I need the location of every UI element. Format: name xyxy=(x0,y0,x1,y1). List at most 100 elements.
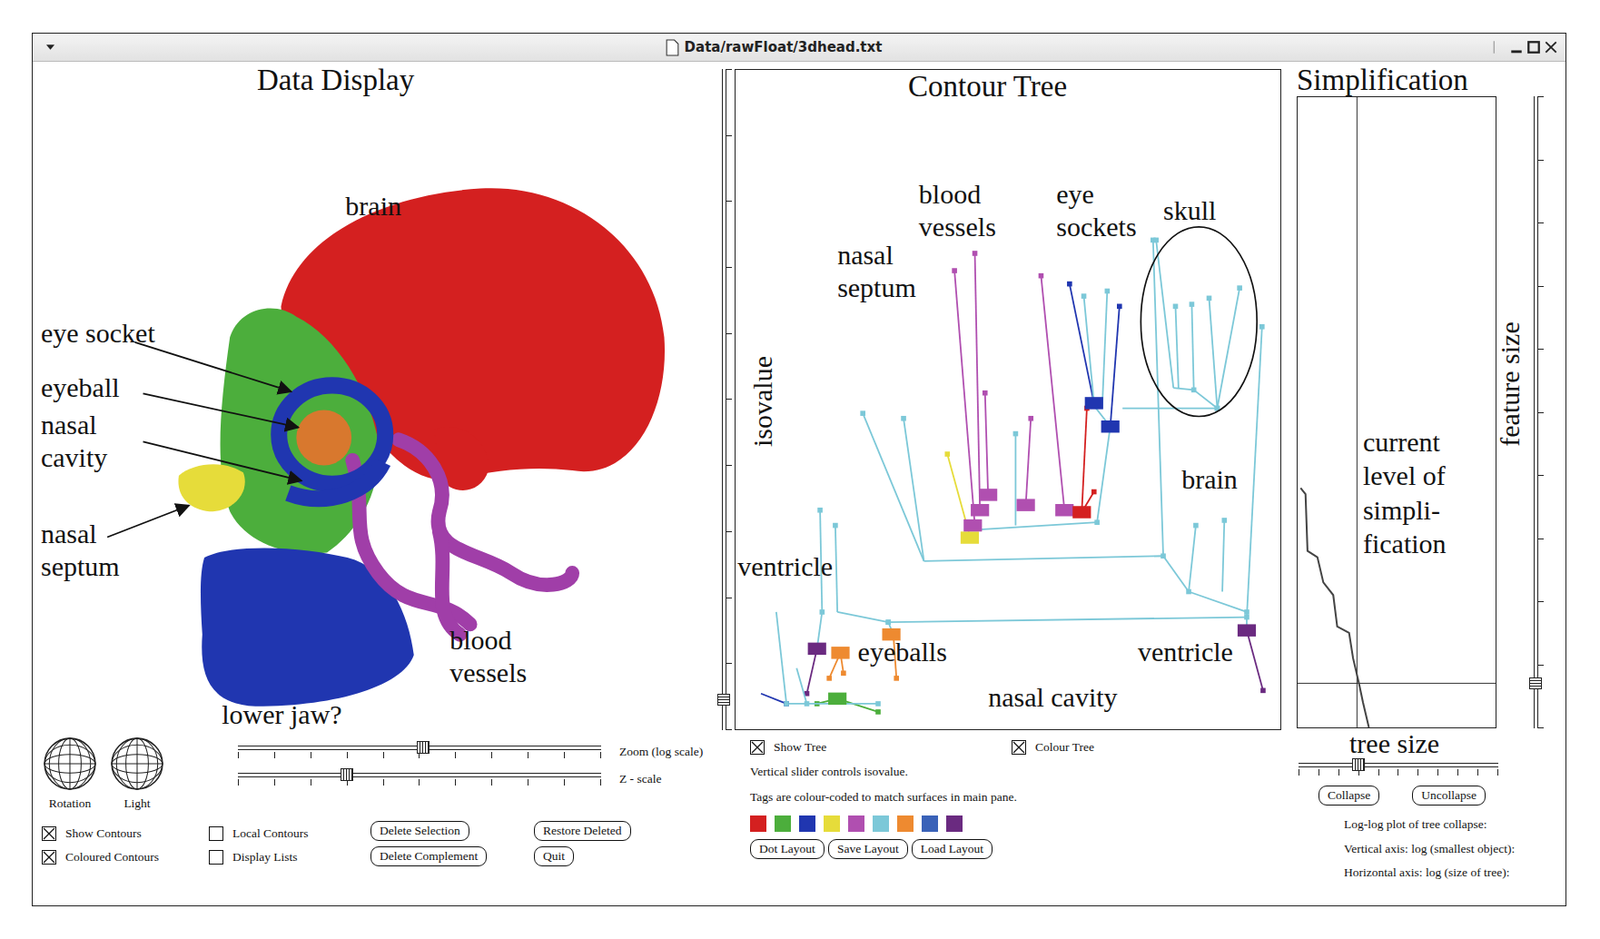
tree-tag[interactable] xyxy=(830,646,850,659)
tree-node[interactable] xyxy=(1222,517,1228,524)
trackball[interactable]: Rotation xyxy=(41,735,99,812)
tree-edge[interactable] xyxy=(837,612,889,623)
layout-button[interactable]: Dot Layout xyxy=(750,839,825,860)
tree-node[interactable] xyxy=(885,619,891,625)
tree-edge[interactable] xyxy=(1188,525,1196,593)
color-swatch[interactable] xyxy=(774,815,791,832)
tree-node[interactable] xyxy=(783,701,790,707)
checkbox[interactable] xyxy=(41,849,57,865)
tree-node[interactable] xyxy=(1066,281,1073,287)
tree-edge[interactable] xyxy=(1122,407,1217,410)
action-button[interactable]: Delete Complement xyxy=(370,846,487,867)
tree-edge[interactable] xyxy=(1188,592,1247,613)
tree-edge[interactable] xyxy=(1040,276,1065,511)
slider-thumb[interactable] xyxy=(717,693,731,706)
contour-tree-diagram[interactable] xyxy=(735,69,1281,730)
tree-edge[interactable] xyxy=(835,525,838,613)
tree-edge[interactable] xyxy=(1246,630,1264,691)
eyeball-surface[interactable] xyxy=(296,409,352,465)
tree-node[interactable] xyxy=(875,709,881,715)
tree-node[interactable] xyxy=(1091,489,1097,495)
tree-edge[interactable] xyxy=(1081,408,1087,513)
tree-edge[interactable] xyxy=(1222,520,1225,593)
tree-node[interactable] xyxy=(1105,288,1111,295)
color-swatch[interactable] xyxy=(799,815,816,832)
tree-edge[interactable] xyxy=(975,253,981,511)
trackball-icon[interactable] xyxy=(41,735,99,792)
tree-edge[interactable] xyxy=(1194,389,1218,408)
contour-tree-view[interactable]: Contour Tree isovalue blood vesselseye s… xyxy=(734,69,1282,731)
checkbox[interactable] xyxy=(208,849,224,865)
tree-edge[interactable] xyxy=(1102,290,1108,408)
tree-node[interactable] xyxy=(1116,304,1123,310)
tree-tag[interactable] xyxy=(1085,396,1104,409)
tree-node[interactable] xyxy=(1173,304,1179,310)
tree-edge[interactable] xyxy=(760,693,787,704)
tree-node[interactable] xyxy=(1236,285,1243,291)
maximize-icon[interactable] xyxy=(1526,39,1541,55)
tree-tag[interactable] xyxy=(963,519,982,532)
tree-edge[interactable] xyxy=(862,413,924,562)
tree-tag[interactable] xyxy=(1055,503,1074,516)
minimize-icon[interactable] xyxy=(1509,39,1524,55)
action-button[interactable]: Restore Deleted xyxy=(533,820,632,841)
tree-edge[interactable] xyxy=(1175,306,1178,388)
tree-node[interactable] xyxy=(832,523,839,529)
trackball-icon[interactable] xyxy=(108,735,166,792)
tree-node[interactable] xyxy=(893,675,899,682)
tree-node[interactable] xyxy=(1191,387,1197,394)
tree-edge[interactable] xyxy=(1163,555,1189,592)
tree-node[interactable] xyxy=(1244,609,1250,615)
slider[interactable] xyxy=(237,768,602,791)
tree-node[interactable] xyxy=(1038,273,1045,279)
tree-edge[interactable] xyxy=(1191,304,1194,390)
checkbox[interactable] xyxy=(208,826,224,841)
tree-tag[interactable] xyxy=(1237,623,1256,636)
tree-node[interactable] xyxy=(982,390,988,396)
tree-node[interactable] xyxy=(875,701,881,707)
tree-node[interactable] xyxy=(859,410,866,416)
slider-thumb[interactable] xyxy=(340,768,354,781)
checkbox-row[interactable]: Colour Tree xyxy=(1011,739,1274,756)
tree-node[interactable] xyxy=(885,619,891,625)
collapse-button[interactable]: Collapse xyxy=(1318,785,1380,806)
tree-tag[interactable] xyxy=(970,503,989,516)
tree-size-slider[interactable] xyxy=(1298,758,1499,777)
tree-tag[interactable] xyxy=(1072,505,1091,518)
tree-node[interactable] xyxy=(1013,431,1019,437)
tree-node[interactable] xyxy=(1027,415,1034,422)
tree-edge[interactable] xyxy=(923,555,1164,562)
tree-tag[interactable] xyxy=(808,642,827,655)
color-swatch[interactable] xyxy=(848,815,865,832)
checkbox-row[interactable]: Display Lists xyxy=(208,848,371,867)
slider-thumb[interactable] xyxy=(1529,677,1542,690)
tree-node[interactable] xyxy=(826,675,832,682)
tree-edge[interactable] xyxy=(1096,426,1111,523)
checkbox[interactable] xyxy=(750,740,765,755)
tree-edge[interactable] xyxy=(1015,434,1018,526)
color-swatch[interactable] xyxy=(897,815,914,832)
tree-edge[interactable] xyxy=(1110,306,1120,426)
tree-edge[interactable] xyxy=(776,612,787,704)
tree-node[interactable] xyxy=(840,670,847,676)
tree-edge[interactable] xyxy=(796,668,807,704)
tree-edge[interactable] xyxy=(1069,284,1095,404)
tree-tag[interactable] xyxy=(1017,498,1036,511)
tree-edge[interactable] xyxy=(954,270,975,526)
slider-thumb[interactable] xyxy=(1352,758,1365,771)
tree-node[interactable] xyxy=(1259,324,1265,330)
tree-tag[interactable] xyxy=(828,692,847,705)
layout-button[interactable]: Save Layout xyxy=(828,839,909,860)
action-button[interactable]: Quit xyxy=(533,846,574,867)
tree-node[interactable] xyxy=(1160,553,1166,559)
checkbox-row[interactable]: Local Contours xyxy=(208,824,371,843)
trackball[interactable]: Light xyxy=(108,735,166,812)
tree-edge[interactable] xyxy=(1084,296,1095,404)
slider[interactable] xyxy=(237,740,602,763)
color-swatch[interactable] xyxy=(872,815,889,832)
tree-node[interactable] xyxy=(1193,523,1199,529)
window-menu-icon[interactable] xyxy=(45,43,56,51)
tree-edge[interactable] xyxy=(1026,418,1032,505)
nasal-septum-surface[interactable] xyxy=(177,464,245,512)
tree-edge[interactable] xyxy=(1216,287,1240,408)
